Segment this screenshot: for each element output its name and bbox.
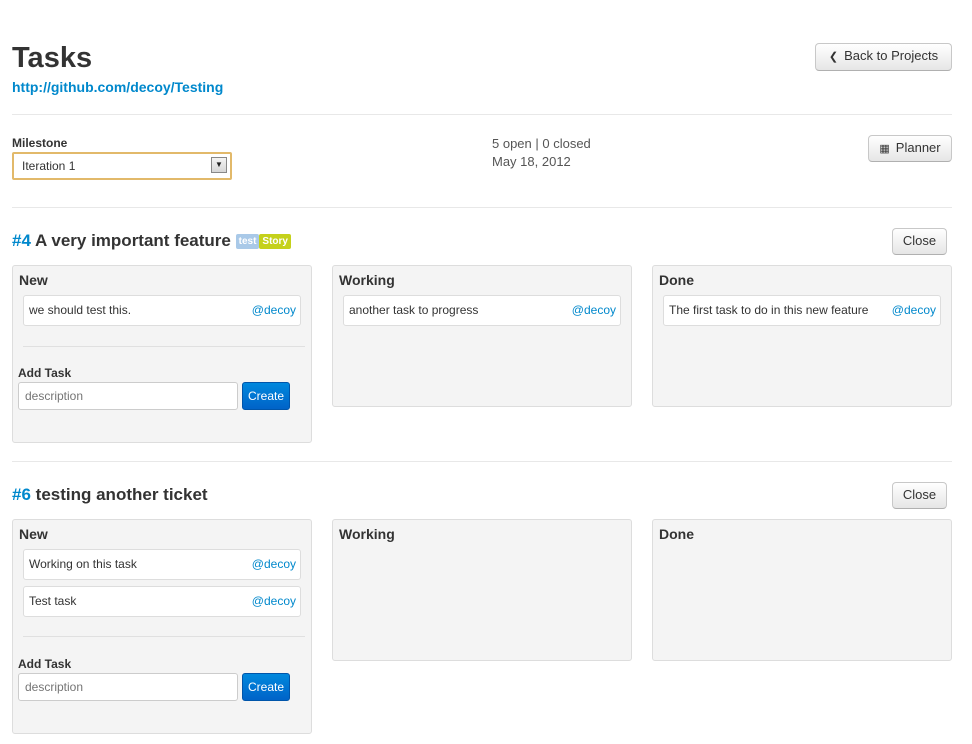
- create-task-button[interactable]: Create: [242, 673, 290, 701]
- task-text: Working on this task: [29, 557, 137, 571]
- divider: [12, 461, 952, 462]
- column-title: Working: [339, 526, 395, 542]
- task-owner-link[interactable]: @decoy: [892, 296, 936, 325]
- back-to-projects-button[interactable]: ❮ Back to Projects: [815, 43, 952, 71]
- task-description-input[interactable]: [18, 382, 238, 410]
- column-title: Done: [659, 272, 694, 288]
- ticket-title: A very important feature: [35, 231, 231, 250]
- column-title: Done: [659, 526, 694, 542]
- task-text: The first task to do in this new feature: [669, 303, 869, 317]
- planner-button[interactable]: ▦ Planner: [868, 135, 952, 162]
- task-text: we should test this.: [29, 303, 132, 317]
- column-new: New we should test this. @decoy Add Task…: [12, 265, 312, 443]
- dropdown-arrow-icon[interactable]: ▼: [211, 157, 227, 173]
- column-done: Done The first task to do in this new fe…: [652, 265, 952, 407]
- milestone-stats: 5 open | 0 closed May 18, 2012: [492, 135, 591, 171]
- task-card[interactable]: The first task to do in this new feature…: [663, 295, 941, 326]
- page-title: Tasks: [12, 42, 93, 74]
- column-done: Done: [652, 519, 952, 661]
- divider: [12, 114, 952, 115]
- issue-count: 5 open | 0 closed: [492, 136, 591, 151]
- task-card[interactable]: Test task @decoy: [23, 586, 301, 617]
- planner-label: Planner: [895, 140, 941, 155]
- task-card[interactable]: Working on this task @decoy: [23, 549, 301, 580]
- chevron-left-icon: ❮: [828, 51, 839, 63]
- column-title: Working: [339, 272, 395, 288]
- divider: [23, 346, 305, 347]
- task-text: another task to progress: [349, 303, 479, 317]
- column-working: Working another task to progress @decoy: [332, 265, 632, 407]
- task-owner-link[interactable]: @decoy: [252, 587, 296, 616]
- column-title: New: [19, 272, 48, 288]
- ticket-number-link[interactable]: #6: [12, 485, 31, 504]
- milestone-select[interactable]: Iteration 1 ▼: [12, 152, 232, 180]
- ticket-label-test: test: [235, 234, 260, 249]
- task-card[interactable]: we should test this. @decoy: [23, 295, 301, 326]
- milestone-date: May 18, 2012: [492, 154, 571, 169]
- column-new: New Working on this task @decoy Test tas…: [12, 519, 312, 734]
- task-owner-link[interactable]: @decoy: [572, 296, 616, 325]
- divider: [23, 636, 305, 637]
- task-text: Test task: [29, 594, 77, 608]
- task-owner-link[interactable]: @decoy: [252, 550, 296, 579]
- close-ticket-button[interactable]: Close: [892, 228, 947, 255]
- ticket-label-story: Story: [259, 234, 291, 249]
- add-task-label: Add Task: [18, 657, 72, 671]
- create-task-button[interactable]: Create: [242, 382, 290, 410]
- add-task-label: Add Task: [18, 366, 72, 380]
- column-title: New: [19, 526, 48, 542]
- repo-link[interactable]: http://github.com/decoy/Testing: [12, 79, 223, 95]
- milestone-select-value: Iteration 1: [22, 159, 76, 173]
- ticket-title: testing another ticket: [35, 485, 208, 504]
- task-owner-link[interactable]: @decoy: [252, 296, 296, 325]
- close-ticket-button[interactable]: Close: [892, 482, 947, 509]
- milestone-label: Milestone: [12, 136, 68, 150]
- task-card[interactable]: another task to progress @decoy: [343, 295, 621, 326]
- column-working: Working: [332, 519, 632, 661]
- back-to-projects-label: Back to Projects: [844, 48, 939, 63]
- ticket-heading: #4 A very important feature test Story: [12, 231, 291, 251]
- divider: [12, 207, 952, 208]
- calendar-icon: ▦: [879, 143, 890, 155]
- ticket-heading: #6 testing another ticket: [12, 485, 208, 505]
- task-description-input[interactable]: [18, 673, 238, 701]
- ticket-number-link[interactable]: #4: [12, 231, 31, 250]
